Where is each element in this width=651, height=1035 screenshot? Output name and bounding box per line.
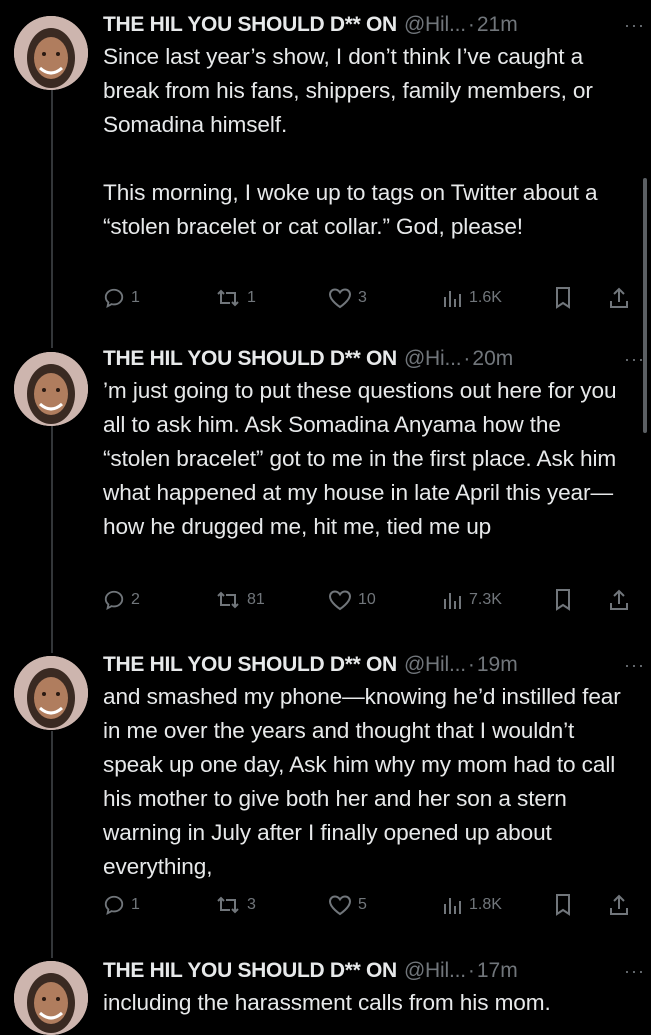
share-icon: [610, 894, 628, 915]
action-bar: 1 1 3 1.6K: [103, 283, 633, 313]
timestamp[interactable]: 20m: [472, 347, 513, 371]
bookmark-button[interactable]: [553, 585, 573, 615]
tweet-header: THE HIL YOU SHOULD D** ON @Hil... · 21m: [103, 8, 641, 42]
user-handle[interactable]: @Hil...: [404, 959, 466, 983]
timestamp[interactable]: 21m: [477, 13, 518, 37]
reply-button[interactable]: 2: [103, 585, 140, 615]
heart-icon: [328, 895, 352, 916]
display-name[interactable]: THE HIL YOU SHOULD D** ON: [103, 13, 397, 37]
share-button[interactable]: [608, 585, 630, 615]
heart-icon: [328, 590, 352, 611]
tweet-text: ’m just going to put these questions out…: [103, 374, 633, 544]
heart-icon: [328, 288, 352, 309]
user-handle[interactable]: @Hil...: [404, 653, 466, 677]
share-icon: [610, 589, 628, 610]
reply-icon: [104, 288, 124, 308]
share-button[interactable]: [608, 283, 630, 313]
like-button[interactable]: 10: [328, 585, 376, 615]
timestamp[interactable]: 17m: [477, 959, 518, 983]
bookmark-icon: [556, 287, 570, 309]
tweet-text: including the harassment calls from his …: [103, 986, 633, 1020]
reply-count: 1: [131, 289, 140, 306]
like-count: 3: [358, 289, 367, 306]
separator-dot: ·: [463, 347, 471, 370]
share-button[interactable]: [608, 890, 630, 920]
like-count: 10: [358, 591, 376, 608]
views-icon: [444, 593, 461, 609]
bookmark-button[interactable]: [553, 283, 573, 313]
avatar-photo: [14, 656, 88, 730]
action-bar: 1 3 5 1.8K: [103, 890, 633, 920]
views-icon: [444, 898, 461, 914]
separator-dot: ·: [467, 13, 475, 36]
like-button[interactable]: 5: [328, 890, 367, 920]
more-icon[interactable]: ···: [624, 342, 645, 376]
repost-count: 3: [247, 896, 256, 913]
like-count: 5: [358, 896, 367, 913]
reply-button[interactable]: 1: [103, 890, 140, 920]
tweet-text: and smashed my phone—knowing he’d instil…: [103, 680, 633, 884]
tweet[interactable]: THE HIL YOU SHOULD D** ON @Hil... · 19m …: [0, 648, 651, 928]
timestamp[interactable]: 19m: [477, 653, 518, 677]
display-name[interactable]: THE HIL YOU SHOULD D** ON: [103, 347, 397, 371]
views-button[interactable]: 1.6K: [441, 283, 502, 313]
tweet-paragraph: including the harassment calls from his …: [103, 990, 551, 1015]
tweet-paragraph: This morning, I woke up to tags on Twitt…: [103, 180, 598, 239]
like-button[interactable]: 3: [328, 283, 367, 313]
view-count: 1.6K: [469, 289, 502, 306]
display-name[interactable]: THE HIL YOU SHOULD D** ON: [103, 653, 397, 677]
share-icon: [610, 287, 628, 308]
tweet-header: THE HIL YOU SHOULD D** ON @Hil... · 19m: [103, 648, 641, 682]
reply-count: 1: [131, 896, 140, 913]
avatar-photo: [14, 352, 88, 426]
tweet-header: THE HIL YOU SHOULD D** ON @Hi... · 20m: [103, 342, 641, 376]
avatar-photo: [14, 16, 88, 90]
reply-count: 2: [131, 591, 140, 608]
user-handle[interactable]: @Hil...: [404, 13, 466, 37]
tweet[interactable]: THE HIL YOU SHOULD D** ON @Hi... · 20m ·…: [0, 342, 651, 622]
tweet[interactable]: THE HIL YOU SHOULD D** ON @Hil... · 17m …: [0, 954, 651, 1035]
repost-icon: [217, 289, 239, 307]
separator-dot: ·: [467, 653, 475, 676]
avatar[interactable]: [14, 656, 88, 730]
tweet[interactable]: THE HIL YOU SHOULD D** ON @Hil... · 21m …: [0, 8, 651, 318]
more-icon[interactable]: ···: [624, 648, 645, 682]
repost-button[interactable]: 81: [215, 585, 265, 615]
tweet-header: THE HIL YOU SHOULD D** ON @Hil... · 17m: [103, 954, 641, 988]
repost-button[interactable]: 3: [215, 890, 256, 920]
action-bar: 2 81 10 7.3K: [103, 585, 633, 615]
more-icon[interactable]: ···: [624, 8, 645, 42]
tweet-paragraph: ’m just going to put these questions out…: [103, 378, 617, 539]
reply-button[interactable]: 1: [103, 283, 140, 313]
views-button[interactable]: 7.3K: [441, 585, 502, 615]
reply-icon: [104, 895, 124, 915]
more-icon[interactable]: ···: [624, 954, 645, 988]
repost-count: 81: [247, 591, 265, 608]
tweet-paragraph: Since last year’s show, I don’t think I’…: [103, 44, 593, 137]
separator-dot: ·: [467, 959, 475, 982]
bookmark-icon: [556, 894, 570, 916]
view-count: 7.3K: [469, 591, 502, 608]
tweet-text: Since last year’s show, I don’t think I’…: [103, 40, 633, 244]
bookmark-icon: [556, 589, 570, 611]
repost-icon: [217, 591, 239, 609]
repost-button[interactable]: 1: [215, 283, 256, 313]
tweet-paragraph: and smashed my phone—knowing he’d instil…: [103, 684, 621, 879]
reply-icon: [104, 590, 124, 610]
display-name[interactable]: THE HIL YOU SHOULD D** ON: [103, 959, 397, 983]
scrollbar[interactable]: [643, 178, 647, 433]
avatar[interactable]: [14, 16, 88, 90]
repost-count: 1: [247, 289, 256, 306]
view-count: 1.8K: [469, 896, 502, 913]
views-button[interactable]: 1.8K: [441, 890, 502, 920]
views-icon: [444, 291, 461, 307]
repost-icon: [217, 896, 239, 914]
avatar[interactable]: [14, 352, 88, 426]
bookmark-button[interactable]: [553, 890, 573, 920]
user-handle[interactable]: @Hi...: [404, 347, 462, 371]
